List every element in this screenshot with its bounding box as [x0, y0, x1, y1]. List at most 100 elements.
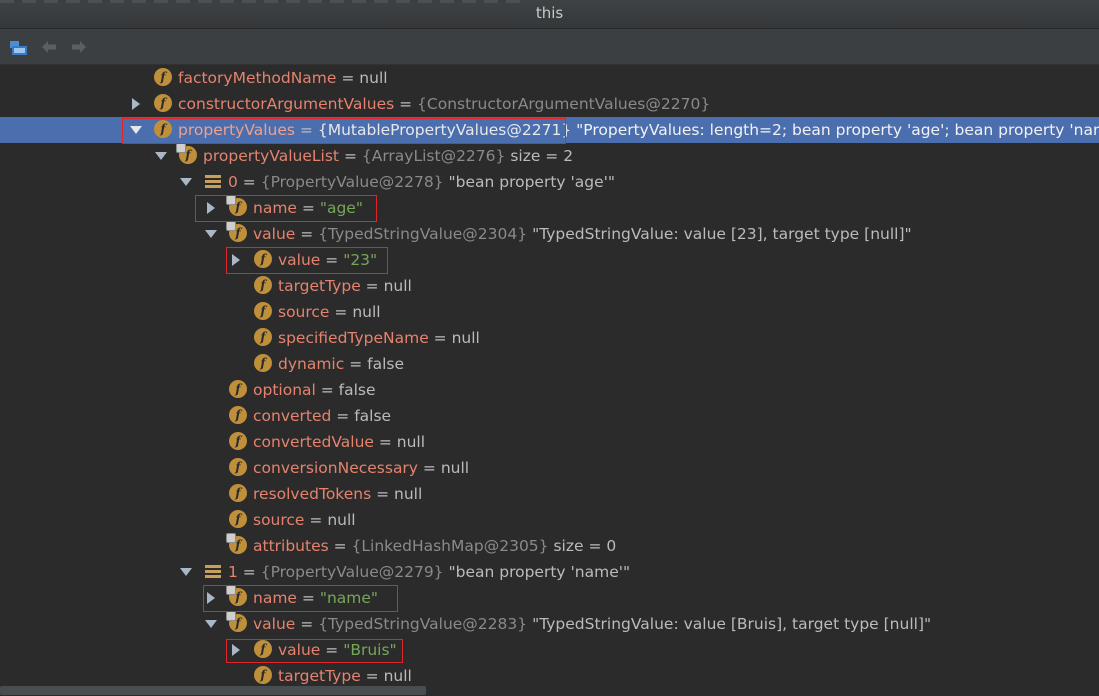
- equals-sign: =: [344, 355, 368, 373]
- field-icon: f: [229, 432, 247, 450]
- tree-row[interactable]: f name = "name": [0, 585, 1099, 611]
- horizontal-scrollbar[interactable]: [0, 684, 1099, 696]
- field-value: null: [396, 433, 426, 451]
- tree-row[interactable]: f propertyValues = {MutablePropertyValues…: [0, 117, 1099, 143]
- window-title: this: [535, 4, 564, 22]
- equals-sign: =: [336, 69, 360, 87]
- collapsed-arrow-icon[interactable]: [230, 644, 242, 656]
- collapsed-arrow-icon[interactable]: [205, 592, 217, 604]
- field-icon: f: [254, 302, 272, 320]
- tree-row[interactable]: f propertyValueList = {ArrayList@2276} si…: [0, 143, 1099, 169]
- equals-sign: =: [296, 199, 320, 217]
- tree-row[interactable]: f convertedValue = null: [0, 429, 1099, 455]
- row-text: conversionNecessary = null: [253, 457, 469, 479]
- tree-row[interactable]: f targetType = null: [0, 273, 1099, 299]
- row-text: converted = false: [253, 405, 391, 427]
- equals-sign: =: [360, 277, 384, 295]
- field-name: attributes: [253, 537, 329, 555]
- row-text: propertyValues = {MutablePropertyValues@…: [178, 119, 1099, 141]
- expanded-arrow-icon[interactable]: [205, 618, 217, 630]
- tree-row[interactable]: 1 = {PropertyValue@2279} "bean property …: [0, 559, 1099, 585]
- title-bar: this: [0, 0, 1099, 29]
- tree-row[interactable]: f specifiedTypeName = null: [0, 325, 1099, 351]
- row-text: value = {TypedStringValue@2283} "TypedSt…: [253, 613, 931, 635]
- field-name: value: [253, 225, 296, 243]
- tree-row[interactable]: 0 = {PropertyValue@2278} "bean property …: [0, 169, 1099, 195]
- equals-sign: =: [320, 641, 344, 659]
- back-arrow-icon[interactable]: [39, 37, 59, 57]
- tree-row[interactable]: f constructorArgumentValues = {Constructo…: [0, 91, 1099, 117]
- field-value: null: [383, 667, 412, 685]
- field-value: "PropertyValues: length=2; bean property…: [576, 121, 1099, 139]
- array-element-icon: [205, 565, 221, 579]
- field-icon: f: [254, 666, 272, 684]
- tree-row[interactable]: f source = null: [0, 299, 1099, 325]
- field-value: "bean property 'name'": [448, 563, 631, 581]
- field-name: 0: [228, 173, 238, 191]
- expanded-arrow-icon[interactable]: [180, 566, 192, 578]
- row-text: value = {TypedStringValue@2304} "TypedSt…: [253, 223, 912, 245]
- tree-row[interactable]: f value = "23": [0, 247, 1099, 273]
- field-value: "name": [319, 589, 379, 607]
- equals-sign: =: [417, 459, 441, 477]
- tree-row[interactable]: f value = {TypedStringValue@2304} "TypedS…: [0, 221, 1099, 247]
- final-field-icon: f: [226, 585, 247, 606]
- tree-row[interactable]: f value = {TypedStringValue@2283} "TypedS…: [0, 611, 1099, 637]
- equals-sign: =: [237, 563, 261, 581]
- field-name: name: [253, 589, 297, 607]
- tree-row[interactable]: f conversionNecessary = null: [0, 455, 1099, 481]
- field-name: value: [278, 641, 321, 659]
- tree-row[interactable]: f source = null: [0, 507, 1099, 533]
- variables-tree[interactable]: f factoryMethodName = null f constructorArg…: [0, 65, 1099, 696]
- expanded-arrow-icon[interactable]: [180, 176, 192, 188]
- field-icon: f: [254, 354, 272, 372]
- equals-sign: =: [331, 407, 355, 425]
- field-icon: f: [154, 94, 172, 112]
- restore-layout-icon[interactable]: [9, 37, 29, 57]
- collapsed-arrow-icon[interactable]: [205, 202, 217, 214]
- field-name: convertedValue: [253, 433, 374, 451]
- tree-row[interactable]: f dynamic = false: [0, 351, 1099, 377]
- tree-row[interactable]: f attributes = {LinkedHashMap@2305} size …: [0, 533, 1099, 559]
- field-name: value: [253, 615, 296, 633]
- row-text: attributes = {LinkedHashMap@2305} size =…: [253, 535, 616, 557]
- row-text: 0 = {PropertyValue@2278} "bean property …: [228, 171, 615, 193]
- tree-row[interactable]: f factoryMethodName = null: [0, 65, 1099, 91]
- row-text: 1 = {PropertyValue@2279} "bean property …: [228, 561, 630, 583]
- row-text: convertedValue = null: [253, 431, 425, 453]
- field-name: propertyValues: [178, 121, 295, 139]
- field-icon: f: [154, 120, 172, 138]
- row-text: name = "age": [253, 197, 363, 219]
- horizontal-scrollbar-thumb[interactable]: [0, 686, 426, 695]
- equals-sign: =: [329, 303, 353, 321]
- tree-row[interactable]: f converted = false: [0, 403, 1099, 429]
- expanded-arrow-icon[interactable]: [155, 150, 167, 162]
- object-reference: {TypedStringValue@2304}: [318, 225, 528, 243]
- equals-sign: =: [328, 537, 352, 555]
- collapsed-arrow-icon[interactable]: [230, 254, 242, 266]
- field-value: null: [359, 69, 388, 87]
- tree-row[interactable]: f value = "Bruis": [0, 637, 1099, 663]
- field-name: name: [253, 199, 297, 217]
- field-name: resolvedTokens: [253, 485, 372, 503]
- tree-row[interactable]: f optional = false: [0, 377, 1099, 403]
- row-text: value = "23": [278, 249, 377, 271]
- field-name: 1: [228, 563, 238, 581]
- equals-sign: =: [295, 121, 318, 139]
- row-text: specifiedTypeName = null: [278, 327, 480, 349]
- tree-row[interactable]: f resolvedTokens = null: [0, 481, 1099, 507]
- equals-sign: =: [394, 95, 418, 113]
- equals-sign: =: [296, 589, 320, 607]
- row-text: value = "Bruis": [278, 639, 397, 661]
- field-value: "23": [343, 251, 378, 269]
- tree-row[interactable]: f name = "age": [0, 195, 1099, 221]
- expanded-arrow-icon[interactable]: [205, 228, 217, 240]
- collapsed-arrow-icon[interactable]: [130, 98, 142, 110]
- object-reference: {PropertyValue@2279}: [260, 563, 444, 581]
- field-icon: f: [254, 328, 272, 346]
- forward-arrow-icon[interactable]: [69, 37, 89, 57]
- final-field-icon: f: [226, 533, 247, 554]
- final-field-icon: f: [226, 221, 247, 242]
- object-reference: {PropertyValue@2278}: [260, 173, 444, 191]
- expanded-arrow-icon[interactable]: [130, 124, 142, 136]
